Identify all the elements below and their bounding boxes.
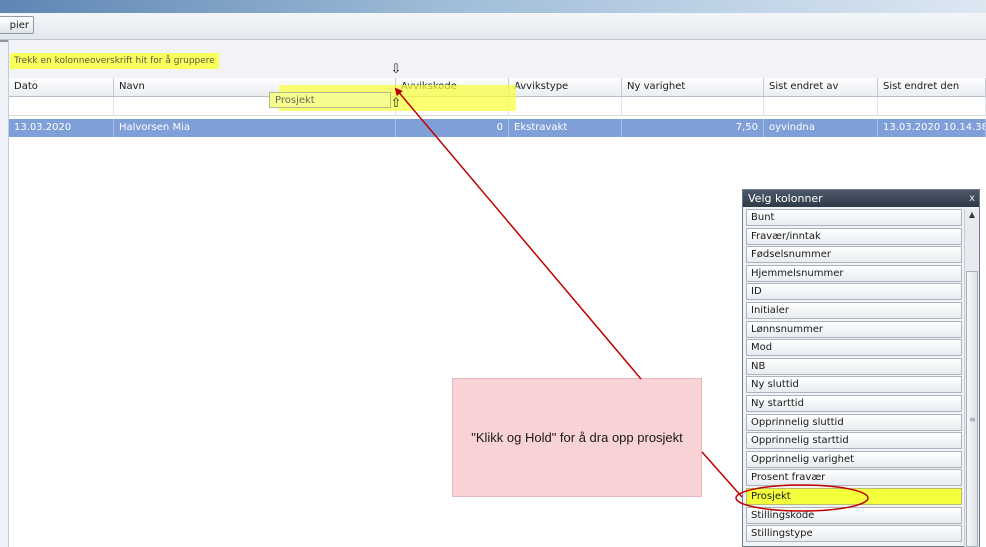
column-header-sist-endret-av[interactable]: Sist endret av <box>764 78 878 96</box>
cell-sist-endret-den: 13.03.2020 10.14.38 <box>878 119 986 137</box>
instruction-callout: "Klikk og Hold" for å dra opp prosjekt <box>452 378 702 497</box>
cell-avvikskode: 0 <box>396 119 509 137</box>
column-chooser-list: Bunt Fravær/inntak Fødselsnummer Hjemmel… <box>746 209 962 544</box>
column-chooser-item[interactable]: Stillingstype <box>746 525 962 543</box>
column-chooser-item[interactable]: Ny sluttid <box>746 376 962 394</box>
column-chooser-item[interactable]: Fødselsnummer <box>746 246 962 264</box>
column-chooser-item[interactable]: Bunt <box>746 209 962 226</box>
filter-cell-avvikstype[interactable] <box>509 97 622 115</box>
column-header-dato[interactable]: Dato <box>9 78 114 96</box>
drop-arrow-up-icon: ⇧ <box>390 96 402 111</box>
column-chooser-item[interactable]: Mod <box>746 339 962 357</box>
dragged-column-ghost[interactable]: Prosjekt <box>269 92 391 108</box>
toolbar: pier <box>0 13 986 40</box>
column-header-ny-varighet[interactable]: Ny varighet <box>622 78 764 96</box>
column-chooser-item[interactable]: Stillingskode <box>746 506 962 524</box>
cell-ny-varighet: 7,50 <box>622 119 764 137</box>
table-row[interactable]: 13.03.2020 Halvorsen Mia 0 Ekstravakt 7,… <box>9 119 986 137</box>
cell-dato: 13.03.2020 <box>9 119 114 137</box>
callout-text: "Klikk og Hold" for å dra opp prosjekt <box>471 430 683 445</box>
column-chooser-item[interactable]: ID <box>746 283 962 301</box>
cell-sist-endret-av: oyvindna <box>764 119 878 137</box>
filter-cell-dato[interactable] <box>9 97 114 115</box>
column-chooser-title[interactable]: Velg kolonner x <box>743 190 979 207</box>
window-title-bar <box>0 0 986 13</box>
column-header-avvikstype[interactable]: Avvikstype <box>509 78 622 96</box>
filter-cell-sist-endret-av[interactable] <box>764 97 878 115</box>
column-chooser-item[interactable]: NB <box>746 357 962 375</box>
group-by-panel[interactable]: Trekk en kolonneoverskrift hit for å gru… <box>9 40 986 79</box>
column-chooser-item[interactable]: Lønnsnummer <box>746 320 962 338</box>
scroll-up-icon[interactable]: ▲ <box>965 209 979 221</box>
left-splitter[interactable] <box>0 40 9 547</box>
close-icon[interactable]: x <box>969 190 975 207</box>
column-chooser-item[interactable]: Opprinnelig sluttid <box>746 413 962 431</box>
splitter-notch <box>0 40 8 42</box>
drop-arrow-down-icon: ⇩ <box>390 62 402 77</box>
column-chooser-title-text: Velg kolonner <box>748 192 823 205</box>
column-chooser-item[interactable]: Opprinnelig starttid <box>746 432 962 450</box>
column-chooser-item-prosjekt[interactable]: Prosjekt <box>746 487 962 505</box>
column-chooser-item[interactable]: Prosent fravær <box>746 469 962 487</box>
column-header-sist-endret-den[interactable]: Sist endret den <box>878 78 986 96</box>
cell-avvikstype: Ekstravakt <box>509 119 622 137</box>
kopier-button[interactable]: pier <box>0 16 34 34</box>
filter-cell-sist-endret-den[interactable] <box>878 97 986 115</box>
column-chooser-panel: Velg kolonner x Bunt Fravær/inntak Fødse… <box>742 189 980 547</box>
group-by-hint: Trekk en kolonneoverskrift hit for å gru… <box>10 53 219 69</box>
column-chooser-item[interactable]: Initialer <box>746 301 962 319</box>
column-chooser-item[interactable]: Fravær/inntak <box>746 227 962 245</box>
column-chooser-item[interactable]: Ny starttid <box>746 394 962 412</box>
grip-icon: ≡ <box>969 415 976 424</box>
column-chooser-item[interactable]: Hjemmelsnummer <box>746 264 962 282</box>
filter-cell-ny-varighet[interactable] <box>622 97 764 115</box>
column-chooser-item[interactable]: Opprinnelig varighet <box>746 450 962 468</box>
column-chooser-scrollbar[interactable]: ▲ ≡ <box>964 209 979 547</box>
cell-navn: Halvorsen Mia <box>114 119 396 137</box>
scrollbar-thumb[interactable]: ≡ <box>966 271 978 547</box>
